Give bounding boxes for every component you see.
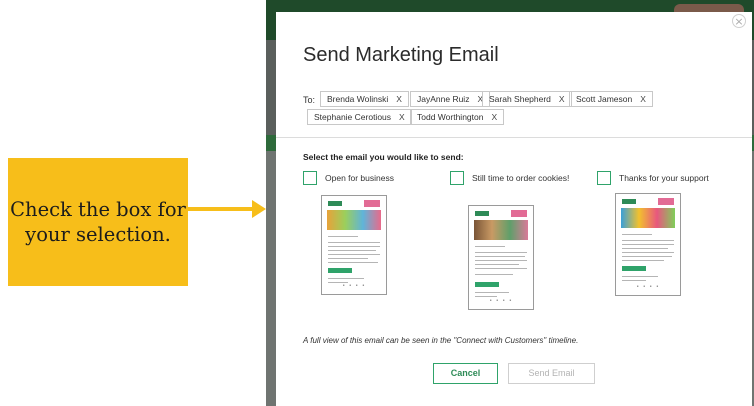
instruction-callout: Check the box for your selection. bbox=[8, 158, 188, 286]
recipient-chip: Sarah Shepherd X bbox=[482, 91, 572, 107]
recipient-chip: Stephanie Cerotious X bbox=[307, 109, 412, 125]
recipient-name: Todd Worthington bbox=[417, 112, 484, 122]
close-icon[interactable]: × bbox=[732, 14, 746, 28]
remove-recipient-icon[interactable]: X bbox=[491, 112, 497, 122]
remove-recipient-icon[interactable]: X bbox=[640, 94, 646, 104]
to-label: To: bbox=[303, 95, 316, 105]
remove-recipient-icon[interactable]: X bbox=[396, 94, 402, 104]
cancel-button[interactable]: Cancel bbox=[433, 363, 498, 384]
timeline-footnote: A full view of this email can be seen in… bbox=[303, 336, 579, 345]
recipient-chip: Scott Jameson X bbox=[569, 91, 653, 107]
callout-arrow-shaft bbox=[188, 207, 254, 211]
email-preview-thumbnail: • • • • bbox=[321, 195, 387, 295]
select-email-prompt: Select the email you would like to send: bbox=[303, 152, 464, 162]
section-divider bbox=[276, 137, 752, 138]
recipient-chip: JayAnne Ruiz X bbox=[410, 91, 491, 107]
option-checkbox[interactable] bbox=[450, 171, 464, 185]
email-preview-thumbnail: • • • • bbox=[468, 205, 534, 310]
remove-recipient-icon[interactable]: X bbox=[559, 94, 565, 104]
recipient-name: Sarah Shepherd bbox=[489, 94, 551, 104]
recipient-name: Brenda Wolinski bbox=[327, 94, 389, 104]
recipient-name: JayAnne Ruiz bbox=[417, 94, 470, 104]
send-marketing-email-dialog: × Send Marketing Email To: Brenda Wolins… bbox=[276, 12, 752, 406]
email-option-open-for-business[interactable]: Open for business bbox=[303, 170, 394, 186]
callout-text: Check the box for your selection. bbox=[10, 198, 186, 246]
remove-recipient-icon[interactable]: X bbox=[399, 112, 405, 122]
option-checkbox[interactable] bbox=[303, 171, 317, 185]
email-preview-thumbnail: • • • • bbox=[615, 193, 681, 296]
option-label: Open for business bbox=[325, 173, 394, 183]
send-email-button[interactable]: Send Email bbox=[508, 363, 595, 384]
option-checkbox[interactable] bbox=[597, 171, 611, 185]
recipient-name: Stephanie Cerotious bbox=[314, 112, 392, 122]
recipient-name: Scott Jameson bbox=[576, 94, 633, 104]
email-option-thanks-support[interactable]: Thanks for your support bbox=[597, 170, 709, 186]
email-option-order-cookies[interactable]: Still time to order cookies! bbox=[450, 170, 569, 186]
arrow-right-icon bbox=[252, 200, 266, 218]
option-label: Still time to order cookies! bbox=[472, 173, 570, 183]
recipient-chip: Todd Worthington X bbox=[410, 109, 505, 125]
option-label: Thanks for your support bbox=[619, 173, 709, 183]
recipient-chip: Brenda Wolinski X bbox=[320, 91, 409, 107]
dialog-title: Send Marketing Email bbox=[303, 44, 499, 66]
